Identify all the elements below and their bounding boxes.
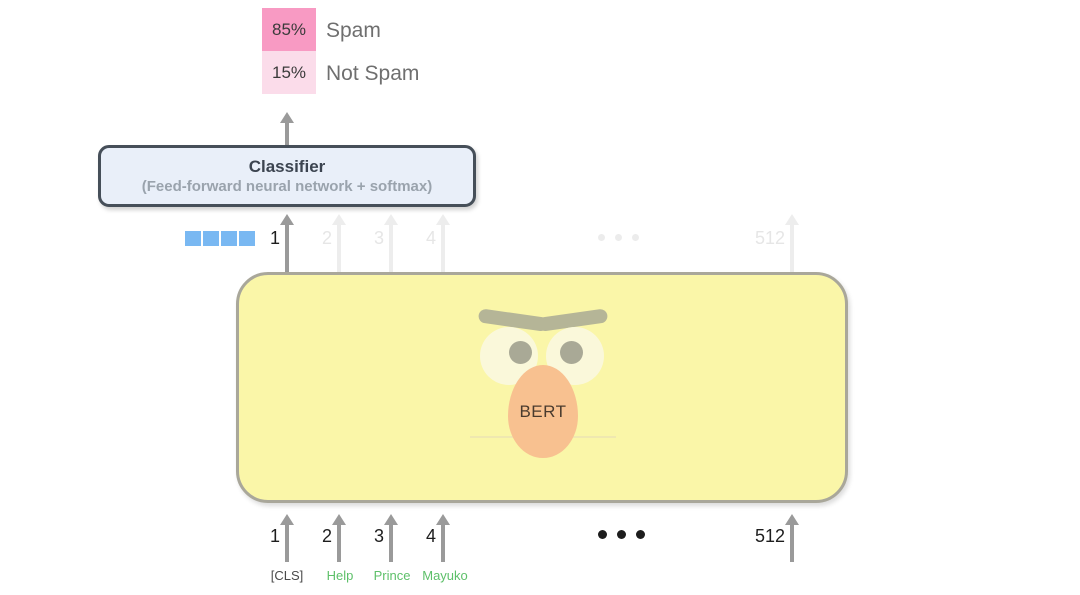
bert-label: BERT <box>519 401 567 421</box>
ellipsis-dot <box>598 530 607 539</box>
arrow-input-2 <box>332 514 346 562</box>
input-token-3: Prince <box>373 568 411 583</box>
input-ellipsis <box>598 530 645 539</box>
arrow-input-1 <box>280 514 294 562</box>
bert-mascot-face: BERT <box>0 0 1080 595</box>
arrow-shaft <box>285 524 289 562</box>
arrow-input-4 <box>436 514 450 562</box>
input-index-3: 3 <box>373 526 385 546</box>
input-index-1: 1 <box>269 526 281 546</box>
diagram-canvas: 85% 15% Spam Not Spam Classifier (Feed-f… <box>0 0 1080 595</box>
arrow-input-512 <box>785 514 799 562</box>
arrow-shaft <box>441 524 445 562</box>
input-token-2: Help <box>326 568 354 583</box>
arrow-shaft <box>790 524 794 562</box>
input-token-1: [CLS] <box>270 568 304 583</box>
input-index-512: 512 <box>754 526 786 546</box>
input-index-2: 2 <box>321 526 333 546</box>
pupil-left-icon <box>509 341 532 364</box>
ellipsis-dot <box>636 530 645 539</box>
nose-icon: BERT <box>508 365 578 458</box>
arrow-shaft <box>337 524 341 562</box>
input-index-4: 4 <box>425 526 437 546</box>
arrow-shaft <box>389 524 393 562</box>
ellipsis-dot <box>617 530 626 539</box>
arrow-input-3 <box>384 514 398 562</box>
input-token-4: Mayuko <box>422 568 468 583</box>
pupil-right-icon <box>560 341 583 364</box>
